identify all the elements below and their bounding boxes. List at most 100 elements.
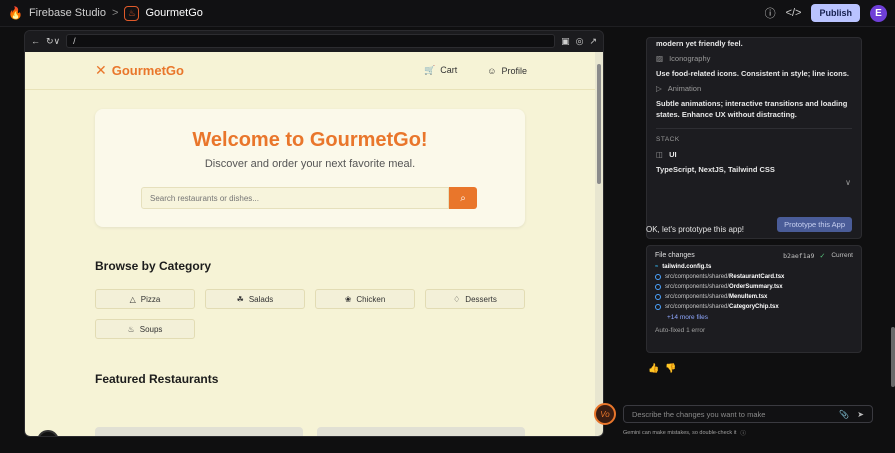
thumbs-up-icon[interactable]: 👍 bbox=[648, 363, 659, 374]
iconography-label: ▨ Iconography bbox=[656, 54, 852, 63]
site-viewport: ✕ GourmetGo 🛒 Cart ☺ Profile Welcome to Go… bbox=[25, 52, 597, 436]
file-name: CategoryChip.tsx bbox=[729, 304, 779, 310]
top-bar: 🔥 Firebase Studio > ♨ GourmetGo ⓘ </> Pu… bbox=[0, 0, 895, 27]
file-changes-header: File changes b2aef1a9 ✓ Current bbox=[655, 252, 853, 260]
panel-scrollbar-thumb[interactable] bbox=[891, 327, 895, 387]
feedback-row: 👍 👎 bbox=[648, 363, 676, 374]
file-changes-title: File changes bbox=[655, 252, 695, 259]
site-brand[interactable]: ✕ GourmetGo bbox=[95, 62, 184, 79]
file-item[interactable]: src/components/shared/CategoryChip.tsx bbox=[655, 304, 853, 310]
file-item[interactable]: src/components/shared/OrderSummary.tsx bbox=[655, 284, 853, 290]
inspect-icon[interactable]: ◎ bbox=[576, 36, 584, 47]
more-files-link[interactable]: +14 more files bbox=[667, 314, 853, 321]
url-input[interactable]: / bbox=[66, 34, 556, 48]
grid-icon: ◫ bbox=[656, 150, 664, 159]
browser-toolbar: ← ↻∨ / ▣ ◎ ↗ bbox=[25, 31, 603, 51]
gemini-note: Gemini can make mistakes, so double-chec… bbox=[623, 429, 746, 437]
hero-subtitle: Discover and order your next favorite me… bbox=[204, 158, 416, 170]
info-icon[interactable]: ⓘ bbox=[740, 429, 746, 437]
featured-title: Featured Restaurants bbox=[95, 372, 219, 386]
file-item[interactable]: src/components/shared/RestaurantCard.tsx bbox=[655, 274, 853, 280]
file-name: RestaurantCard.tsx bbox=[729, 274, 785, 280]
send-icon[interactable]: ➤ bbox=[857, 410, 864, 419]
file-item[interactable]: ≈ tailwind.config.ts bbox=[655, 264, 853, 270]
chat-input[interactable]: Describe the changes you want to make 📎 ➤ bbox=[623, 405, 873, 423]
file-path: src/components/shared/ bbox=[665, 304, 730, 310]
react-icon bbox=[655, 294, 661, 300]
prototype-button[interactable]: Prototype this App bbox=[777, 217, 852, 232]
animation-label-text: Animation bbox=[667, 84, 702, 93]
restaurant-card[interactable] bbox=[317, 427, 525, 436]
current-label: Current bbox=[831, 252, 853, 259]
studio-name[interactable]: Firebase Studio bbox=[29, 7, 106, 19]
panel-scrollbar[interactable] bbox=[891, 37, 895, 407]
search-input[interactable] bbox=[141, 187, 449, 209]
gemini-note-text: Gemini can make mistakes, so double-chec… bbox=[623, 430, 737, 436]
project-logo-icon: ♨ bbox=[124, 5, 140, 21]
category-chicken[interactable]: ❀ Chicken bbox=[315, 289, 415, 309]
iconography-text: Use food-related icons. Consistent in st… bbox=[656, 69, 849, 78]
help-icon[interactable]: ⓘ bbox=[765, 5, 776, 21]
file-path: src/components/shared/ bbox=[665, 284, 730, 290]
open-external-icon[interactable]: ↗ bbox=[589, 36, 597, 47]
file-name: MenuItem.tsx bbox=[729, 294, 768, 300]
preview-browser: ← ↻∨ / ▣ ◎ ↗ ✕ GourmetGo 🛒 Cart ☺ Profile … bbox=[24, 30, 604, 437]
category-label: Soups bbox=[139, 324, 163, 334]
user-icon: ☺ bbox=[487, 65, 497, 76]
image-icon: ▨ bbox=[656, 54, 664, 63]
profile-label: Profile bbox=[501, 65, 527, 76]
file-name: OrderSummary.tsx bbox=[729, 284, 783, 290]
breadcrumb-separator: > bbox=[112, 7, 119, 19]
category-pizza[interactable]: △ Pizza bbox=[95, 289, 195, 309]
search-button[interactable]: ⌕ bbox=[449, 187, 477, 209]
ui-label: UI bbox=[669, 150, 677, 159]
category-desserts[interactable]: ♢ Desserts bbox=[425, 289, 525, 309]
ice-cream-icon: ♢ bbox=[453, 294, 461, 304]
category-soups[interactable]: ♨ Soups bbox=[95, 319, 195, 339]
check-icon: ✓ bbox=[819, 253, 826, 260]
chevron-down-icon[interactable]: ∨ bbox=[845, 178, 851, 187]
style-text: modern yet friendly feel. bbox=[656, 39, 743, 48]
chat-panel: modern yet friendly feel. ▨ Iconography U… bbox=[594, 27, 895, 453]
category-label: Salads bbox=[248, 294, 274, 304]
hero-card: Welcome to GourmetGo! Discover and order… bbox=[95, 109, 525, 227]
ui-row: ◫ UI bbox=[656, 150, 852, 159]
leaf-icon: ☘ bbox=[236, 294, 244, 304]
scrollbar-thumb[interactable] bbox=[597, 64, 601, 184]
code-icon[interactable]: </> bbox=[786, 7, 802, 19]
category-salads[interactable]: ☘ Salads bbox=[205, 289, 305, 309]
project-name[interactable]: GourmetGo bbox=[145, 7, 202, 19]
cart-icon: 🛒 bbox=[424, 65, 436, 75]
iconography-label-text: Iconography bbox=[669, 54, 711, 63]
stack-label: STACK bbox=[656, 136, 680, 143]
react-icon bbox=[655, 304, 661, 310]
avatar[interactable]: E bbox=[870, 4, 887, 22]
back-arrow-icon[interactable]: ← bbox=[31, 36, 40, 46]
file-item[interactable]: src/components/shared/MenuItem.tsx bbox=[655, 294, 853, 300]
stack-text: TypeScript, NextJS, Tailwind CSS bbox=[656, 165, 775, 174]
attach-icon[interactable]: 📎 bbox=[839, 410, 849, 419]
profile-link[interactable]: ☺ Profile bbox=[487, 66, 527, 76]
cart-label: Cart bbox=[440, 65, 458, 75]
nextjs-badge[interactable]: N bbox=[37, 430, 59, 436]
category-label: Chicken bbox=[356, 294, 386, 304]
file-name: tailwind.config.ts bbox=[662, 264, 712, 270]
category-label: Pizza bbox=[140, 294, 161, 304]
brand-name: GourmetGo bbox=[111, 63, 184, 78]
soup-icon: ♨ bbox=[127, 324, 135, 334]
viewport-scrollbar[interactable] bbox=[595, 52, 603, 436]
publish-button[interactable]: Publish bbox=[811, 4, 860, 22]
divider bbox=[656, 128, 852, 129]
hero-title: Welcome to GourmetGo! bbox=[192, 129, 428, 151]
tailwind-icon: ≈ bbox=[655, 264, 659, 270]
restaurant-card[interactable] bbox=[95, 427, 303, 436]
pizza-icon: △ bbox=[129, 294, 136, 304]
animation-text: Subtle animations; interactive transitio… bbox=[656, 99, 848, 119]
breadcrumb: 🔥 Firebase Studio > ♨ GourmetGo bbox=[8, 5, 203, 21]
device-icon[interactable]: ▣ bbox=[561, 36, 570, 47]
thumbs-down-icon[interactable]: 👎 bbox=[665, 363, 676, 374]
gemini-logo-icon: Vo bbox=[594, 403, 616, 425]
reload-icon[interactable]: ↻∨ bbox=[46, 36, 60, 47]
commit-hash[interactable]: b2aef1a9 bbox=[783, 252, 814, 260]
cart-link[interactable]: 🛒 Cart bbox=[424, 65, 457, 76]
